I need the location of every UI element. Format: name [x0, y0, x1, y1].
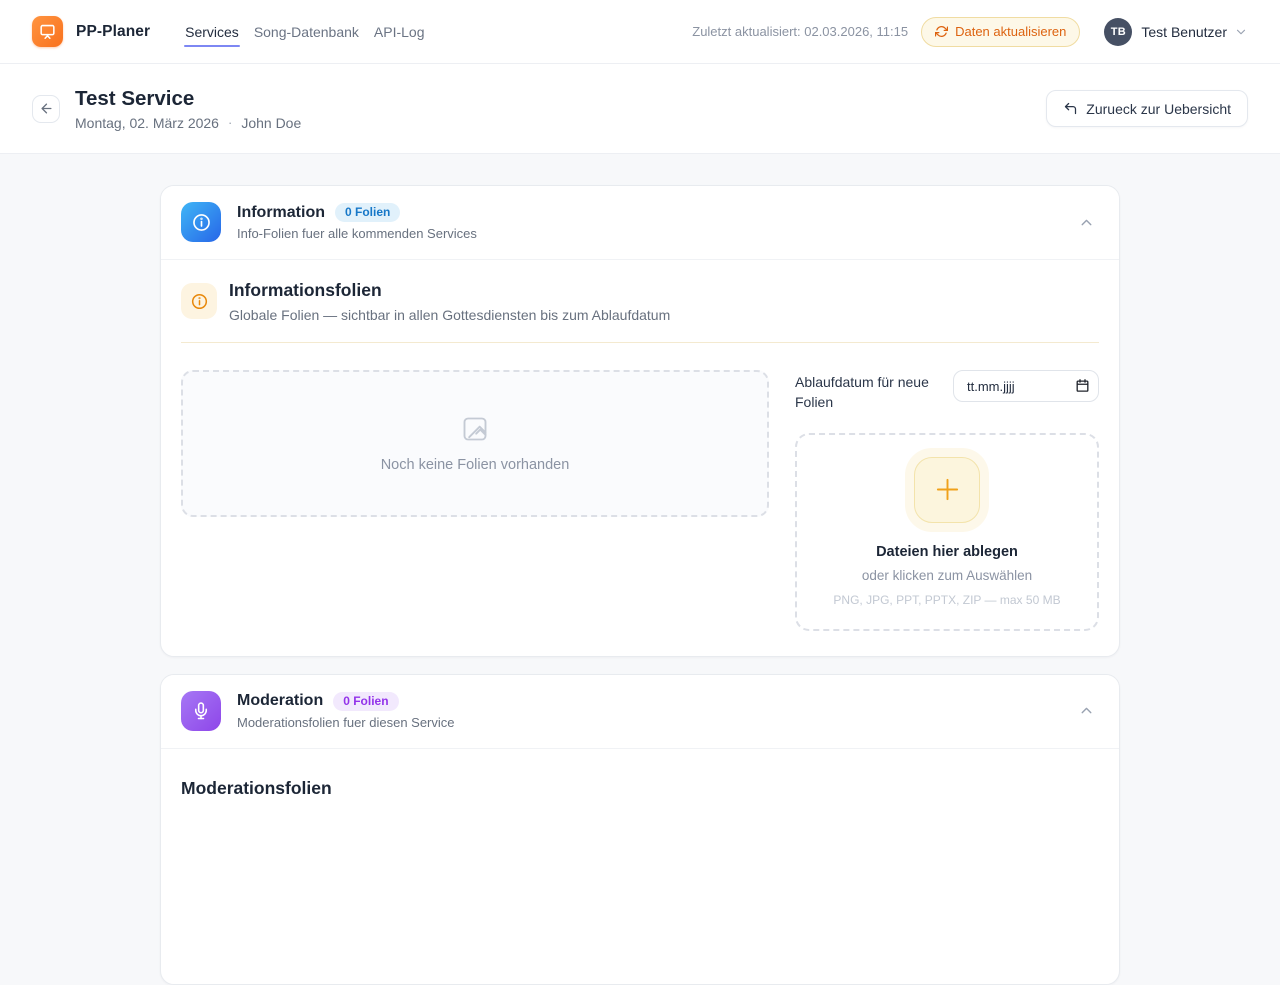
- information-slide-count-badge: 0 Folien: [335, 203, 400, 222]
- back-to-overview-label: Zurueck zur Uebersicht: [1086, 101, 1231, 117]
- expiry-date-input[interactable]: [953, 370, 1099, 402]
- dropzone-subtitle: oder klicken zum Auswählen: [862, 568, 1032, 583]
- informationsfolien-section-header: Informationsfolien Globale Folien — sich…: [181, 280, 1099, 323]
- empty-state-text: Noch keine Folien vorhanden: [381, 457, 570, 473]
- page-header: Test Service Montag, 02. März 2026 · Joh…: [0, 64, 1280, 154]
- moderation-card-titles: Moderation 0 Folien Moderationsfolien fu…: [237, 692, 455, 730]
- moderation-card-body: Moderationsfolien: [161, 749, 1119, 984]
- refresh-icon: [935, 25, 948, 38]
- refresh-data-button[interactable]: Daten aktualisieren: [921, 17, 1080, 47]
- information-card-title: Information: [237, 204, 325, 222]
- app-name: PP-Planer: [76, 23, 150, 41]
- moderation-card-subtitle: Moderationsfolien fuer diesen Service: [237, 715, 455, 730]
- file-dropzone[interactable]: Dateien hier ablegen oder klicken zum Au…: [795, 433, 1099, 631]
- back-button[interactable]: [32, 95, 60, 123]
- expiry-date-label: Ablaufdatum für neue Folien: [795, 370, 941, 413]
- service-author: John Doe: [241, 115, 301, 131]
- meta-separator: ·: [228, 115, 232, 130]
- dropzone-title: Dateien hier ablegen: [876, 544, 1018, 560]
- user-name[interactable]: Test Benutzer: [1141, 24, 1227, 40]
- page-meta: Montag, 02. März 2026 · John Doe: [75, 115, 301, 131]
- image-placeholder-icon: [459, 415, 491, 443]
- user-avatar[interactable]: TB: [1104, 18, 1132, 46]
- upload-column: Ablaufdatum für neue Folien: [795, 370, 1099, 631]
- informationsfolien-title: Informationsfolien: [229, 280, 670, 301]
- information-card: Information 0 Folien Info-Folien fuer al…: [160, 185, 1120, 657]
- section-divider: [181, 342, 1099, 343]
- top-navigation-bar: PP-Planer Services Song-Datenbank API-Lo…: [0, 0, 1280, 64]
- info-circle-icon: [181, 283, 217, 319]
- main-nav: Services Song-Datenbank API-Log: [185, 18, 424, 46]
- information-card-subtitle: Info-Folien fuer alle kommenden Services: [237, 226, 477, 241]
- moderation-card: Moderation 0 Folien Moderationsfolien fu…: [160, 674, 1120, 985]
- nav-item-api-log[interactable]: API-Log: [374, 18, 425, 46]
- information-collapse-button[interactable]: [1074, 210, 1099, 235]
- service-date: Montag, 02. März 2026: [75, 115, 219, 131]
- main-content: Information 0 Folien Info-Folien fuer al…: [0, 154, 1280, 985]
- information-card-titles: Information 0 Folien Info-Folien fuer al…: [237, 203, 477, 241]
- return-arrow-icon: [1063, 101, 1078, 116]
- app-logo-icon: [32, 16, 63, 47]
- back-to-overview-button[interactable]: Zurueck zur Uebersicht: [1046, 90, 1248, 127]
- moderation-card-title: Moderation: [237, 692, 323, 710]
- slides-empty-state: Noch keine Folien vorhanden: [181, 370, 769, 517]
- last-updated-text: Zuletzt aktualisiert: 02.03.2026, 11:15: [692, 24, 908, 39]
- moderation-card-header[interactable]: Moderation 0 Folien Moderationsfolien fu…: [161, 675, 1119, 749]
- microphone-icon: [181, 691, 221, 731]
- moderationsfolien-title: Moderationsfolien: [181, 769, 1099, 799]
- dropzone-hint: PNG, JPG, PPT, PPTX, ZIP — max 50 MB: [833, 593, 1060, 607]
- moderation-collapse-button[interactable]: [1074, 698, 1099, 723]
- moderation-slide-count-badge: 0 Folien: [333, 692, 398, 711]
- expiry-date-field: [953, 370, 1099, 402]
- information-card-header[interactable]: Information 0 Folien Info-Folien fuer al…: [161, 186, 1119, 260]
- page-title: Test Service: [75, 87, 301, 111]
- chevron-down-icon[interactable]: [1234, 25, 1248, 39]
- nav-item-services[interactable]: Services: [185, 18, 239, 46]
- nav-item-song-datenbank[interactable]: Song-Datenbank: [254, 18, 359, 46]
- page-title-block: Test Service Montag, 02. März 2026 · Joh…: [75, 87, 301, 131]
- brand-group: PP-Planer Services Song-Datenbank API-Lo…: [32, 16, 424, 47]
- refresh-button-label: Daten aktualisieren: [955, 24, 1066, 39]
- add-file-button[interactable]: [914, 457, 980, 523]
- information-icon: [181, 202, 221, 242]
- topbar-right-group: Zuletzt aktualisiert: 02.03.2026, 11:15 …: [692, 17, 1248, 47]
- information-card-body: Informationsfolien Globale Folien — sich…: [161, 260, 1119, 656]
- informationsfolien-subtitle: Globale Folien — sichtbar in allen Gotte…: [229, 307, 670, 323]
